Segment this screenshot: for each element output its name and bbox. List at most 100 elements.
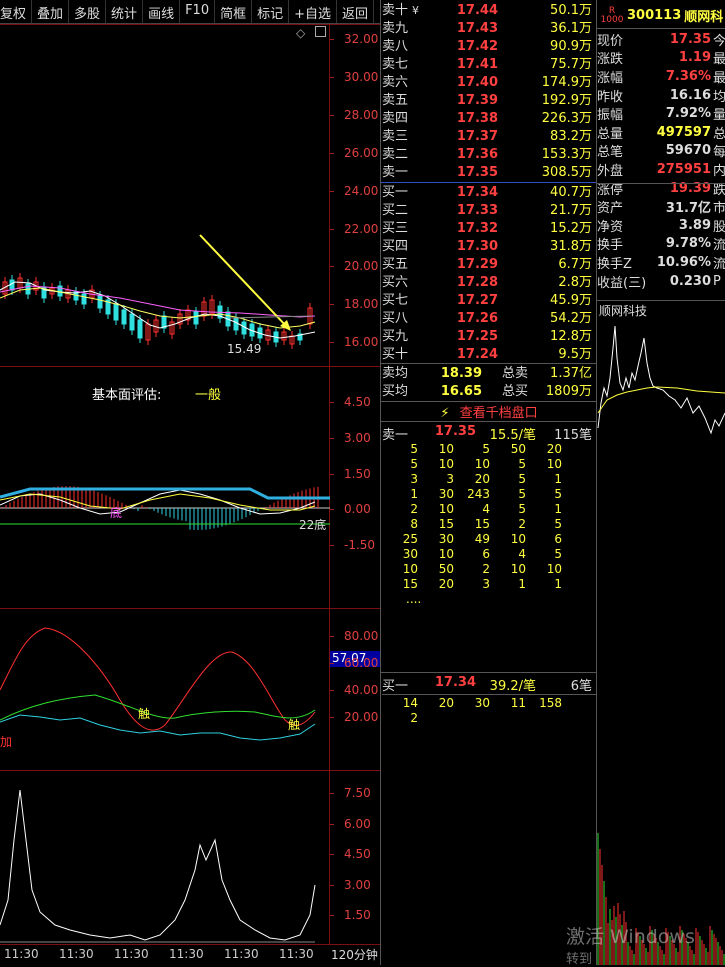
ask-row[interactable]: 卖五 17.39 192.9万: [382, 92, 596, 110]
bid-row[interactable]: 买六 17.28 2.8万: [382, 274, 596, 292]
ask-row[interactable]: 卖八 17.42 90.9万: [382, 38, 596, 56]
queue-cell: 4: [518, 547, 526, 561]
level-label: 买五: [382, 257, 409, 272]
queue-row: 15 20 3 1 1: [382, 577, 596, 592]
low-price-label: 15.49: [227, 342, 262, 356]
toolbar-button-5[interactable]: F10: [180, 0, 216, 23]
quote-value: 10.96%: [656, 254, 711, 270]
bid-row[interactable]: 买七 17.27 45.9万: [382, 292, 596, 310]
ask-row[interactable]: 卖七 17.41 75.7万: [382, 56, 596, 74]
quote-key: 换手: [597, 238, 624, 254]
bid-row[interactable]: 买八 17.26 54.2万: [382, 310, 596, 328]
buy1-queue-label: 买一: [382, 679, 409, 694]
axis-tick: [330, 114, 334, 116]
bid-row[interactable]: 买四 17.30 31.8万: [382, 238, 596, 256]
level-price: 17.34: [456, 185, 498, 200]
queue-cell: 20: [546, 442, 562, 456]
stock-header[interactable]: R 1000 300113 顺网科: [597, 3, 725, 29]
bid-row[interactable]: 买十 17.24 9.5万: [382, 346, 596, 364]
ask-row[interactable]: 卖一 17.35 308.5万: [382, 164, 596, 182]
toolbar-button-2[interactable]: 多股: [69, 0, 107, 23]
buy1-queue-avg: 39.2/笔: [489, 679, 536, 694]
level-price: 17.39: [456, 93, 498, 108]
mini-chart-title: 顺网科技: [599, 304, 648, 318]
quote-value: 1.19: [678, 50, 711, 66]
toolbar-button-0[interactable]: 复权: [0, 0, 33, 23]
sell1-queue-label: 卖一: [382, 428, 409, 443]
period-selector[interactable]: 120分钟: [331, 946, 378, 963]
ask-row[interactable]: 卖二 17.36 153.3万: [382, 146, 596, 164]
buy1-queue-divider-inner: [382, 694, 596, 695]
quote-extra-key: 最: [713, 70, 725, 86]
queue-cell: 10: [474, 457, 490, 471]
ask-bid-divider: [381, 182, 596, 183]
time-label: 11:30: [169, 947, 204, 961]
time-label: 11:30: [279, 947, 314, 961]
bid-row[interactable]: 买二 17.33 21.7万: [382, 202, 596, 220]
queue-cell: 30: [474, 696, 490, 710]
toolbar-button-3[interactable]: 统计: [106, 0, 144, 23]
stock-name: 顺网科: [684, 10, 724, 25]
level-price: 17.42: [456, 39, 498, 54]
axis-tick: [330, 402, 334, 403]
queue-cell: 20: [438, 577, 454, 591]
axis-tick: [330, 545, 334, 547]
quote-key: 总笔: [597, 145, 624, 161]
queue-cell: 5: [410, 457, 418, 471]
quote-row: 净资 3.89 股: [597, 216, 725, 235]
toolbar-button-9[interactable]: 返回: [337, 0, 375, 23]
toolbar-button-1[interactable]: 叠加: [32, 0, 70, 23]
candle-body: [113, 303, 119, 321]
stock-code: 300113: [627, 8, 682, 23]
axis-tick: [330, 793, 334, 794]
quote-panel: 现价 17.35 今涨跌 1.19 最涨幅 7.36% 最昨收 16.16 均振幅 7.92% 量总…: [597, 30, 725, 291]
ask-row[interactable]: 卖六 17.40 174.9万: [382, 74, 596, 92]
activation-watermark: 激活 Windows: [566, 926, 695, 948]
queue-cell: 15: [402, 577, 418, 591]
qiandang-label: 查看千档盘口: [459, 406, 538, 421]
candle-body: [129, 313, 135, 331]
level-price: 17.37: [456, 129, 498, 144]
queue-cell: 3: [410, 472, 418, 486]
total-sell-value: 1.37亿: [550, 366, 592, 381]
toolbar-button-8[interactable]: +自选: [289, 0, 338, 23]
sell-avg-label: 卖均: [382, 366, 409, 381]
axis-tick: [330, 266, 334, 268]
ask-row[interactable]: 卖三 17.37 83.2万: [382, 128, 596, 146]
queue-cell: 10: [438, 547, 454, 561]
bid-row[interactable]: 买九 17.25 12.8万: [382, 328, 596, 346]
ask-row[interactable]: 卖四 17.38 226.3万: [382, 110, 596, 128]
toolbar-button-4[interactable]: 画线: [143, 0, 181, 23]
level-price: 17.24: [456, 347, 498, 362]
sell1-queue-more[interactable]: ....: [382, 592, 596, 606]
queue-cell: 1: [554, 577, 562, 591]
queue-cell: 3: [482, 577, 490, 591]
queue-cell: 5: [482, 442, 490, 456]
kdj-green-line: [0, 694, 316, 721]
queue-cell: 243: [467, 487, 490, 501]
r-badge: R 1000: [600, 5, 624, 25]
ask-row[interactable]: 卖九 17.43 36.1万: [382, 20, 596, 38]
ask-row[interactable]: 卖十 ¥ 17.44 50.1万: [382, 2, 596, 20]
toolbar-button-6[interactable]: 简框: [215, 0, 253, 23]
macd-mark-label: 底: [110, 506, 123, 520]
bid-row[interactable]: 买一 17.34 40.7万: [382, 184, 596, 202]
ask-arrow-mark: ¥: [412, 4, 420, 17]
volume-line: [0, 789, 316, 941]
quote-value: 497597: [656, 124, 711, 140]
bid-row[interactable]: 买五 17.29 6.7万: [382, 256, 596, 274]
candle-body: [9, 279, 15, 291]
quote-extra-key: 总: [713, 126, 725, 142]
level-volume: 15.2万: [550, 221, 592, 236]
toolbar-button-7[interactable]: 标记: [252, 0, 290, 23]
queue-cell: 10: [546, 562, 562, 576]
quote-key: 总量: [597, 126, 624, 142]
queue-cell: 11: [510, 696, 526, 710]
queue-row: 5 10 5 50 20: [382, 442, 596, 457]
level-volume: 21.7万: [550, 203, 592, 218]
queue-cell: [454, 711, 490, 726]
bid-row[interactable]: 买三 17.32 15.2万: [382, 220, 596, 238]
quote-extra-key: 每: [713, 145, 725, 161]
qiandang-button[interactable]: ⚡ 查看千档盘口: [382, 402, 596, 421]
quote-key: 昨收: [597, 89, 624, 105]
